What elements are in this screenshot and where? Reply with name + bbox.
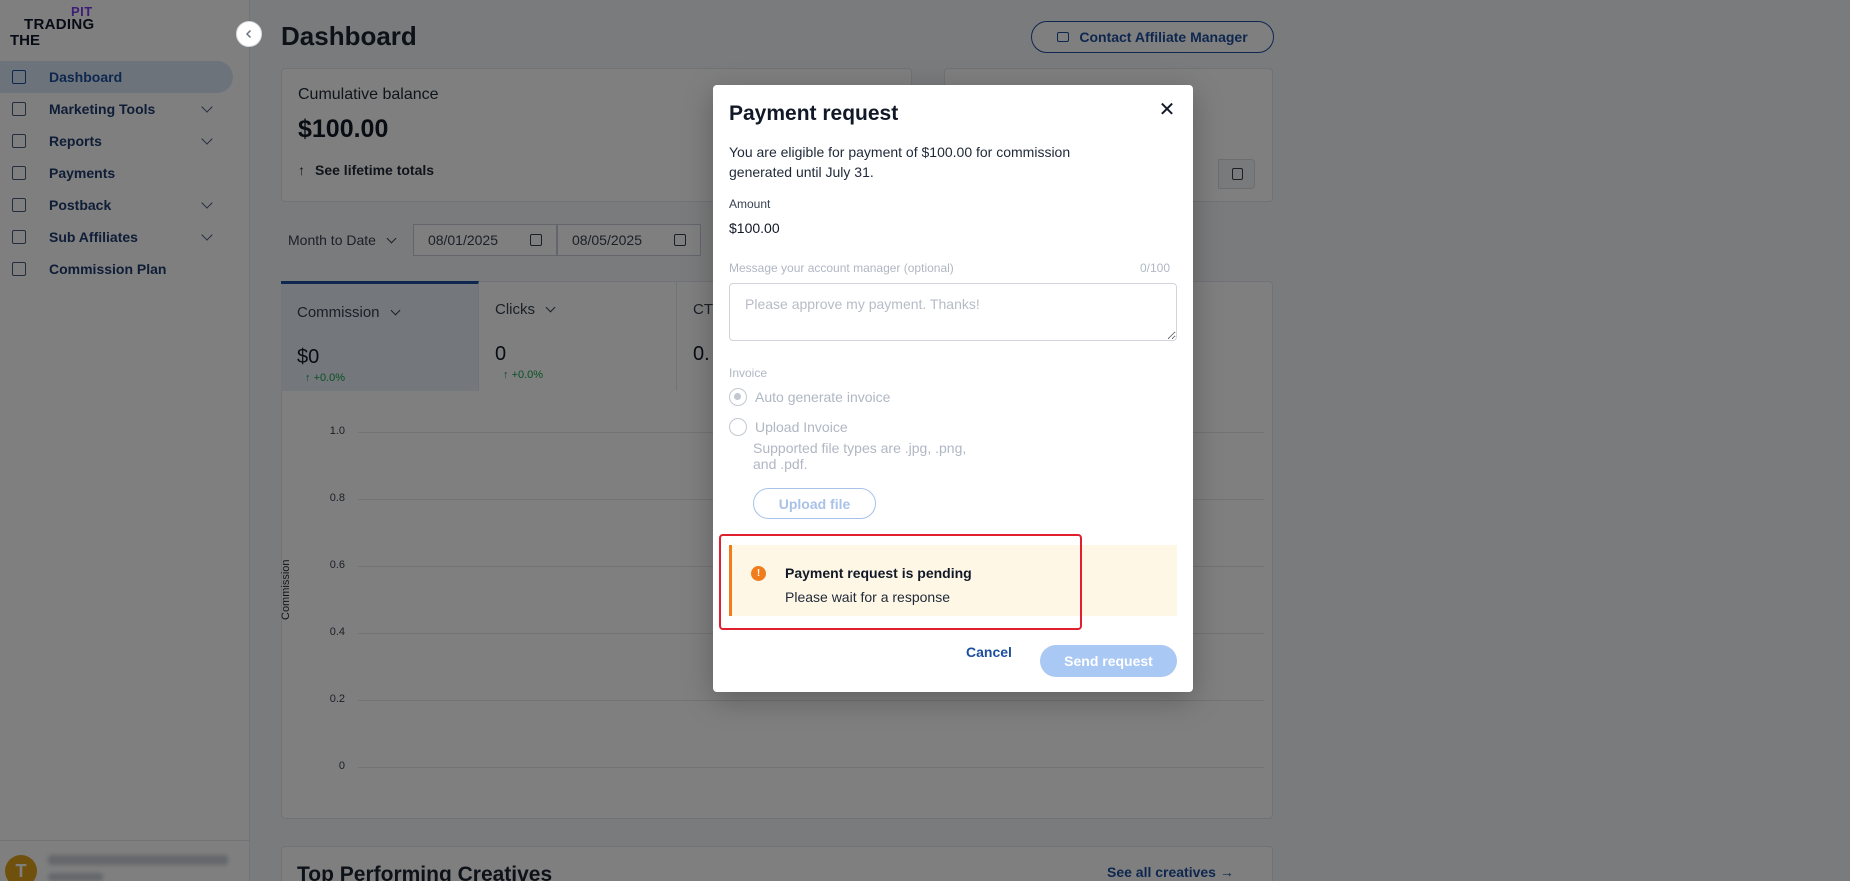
radio-unchecked-icon[interactable]: [729, 418, 747, 436]
dashboard-page: PIT TRADING THE Dashboard Marketing Tool…: [0, 0, 1850, 881]
message-textarea[interactable]: [729, 283, 1177, 341]
upload-file-button[interactable]: Upload file: [753, 488, 876, 519]
message-char-count: 0/100: [1140, 261, 1171, 275]
amount-label: Amount: [729, 197, 771, 211]
radio-label: Auto generate invoice: [755, 389, 891, 405]
cancel-button[interactable]: Cancel: [966, 644, 1012, 660]
message-label: Message your account manager (optional): [729, 261, 954, 275]
chevron-left-icon: [245, 29, 252, 39]
radio-checked-icon[interactable]: [729, 388, 747, 406]
file-type-help-text: Supported file types are .jpg, .png, and…: [753, 440, 967, 472]
radio-auto-generate-invoice[interactable]: Auto generate invoice: [729, 388, 890, 406]
payment-request-modal: Payment request ✕ You are eligible for p…: [713, 85, 1193, 692]
modal-description: You are eligible for payment of $100.00 …: [729, 144, 1071, 180]
invoice-label: Invoice: [729, 366, 768, 380]
radio-label: Upload Invoice: [755, 419, 848, 435]
send-request-button[interactable]: Send request: [1040, 645, 1177, 677]
modal-title: Payment request: [729, 102, 899, 125]
highlight-box: [719, 534, 1082, 630]
sidebar-collapse-button[interactable]: [236, 21, 262, 47]
amount-value: $100.00: [729, 220, 780, 236]
close-icon[interactable]: ✕: [1155, 97, 1179, 121]
radio-upload-invoice[interactable]: Upload Invoice: [729, 418, 848, 436]
